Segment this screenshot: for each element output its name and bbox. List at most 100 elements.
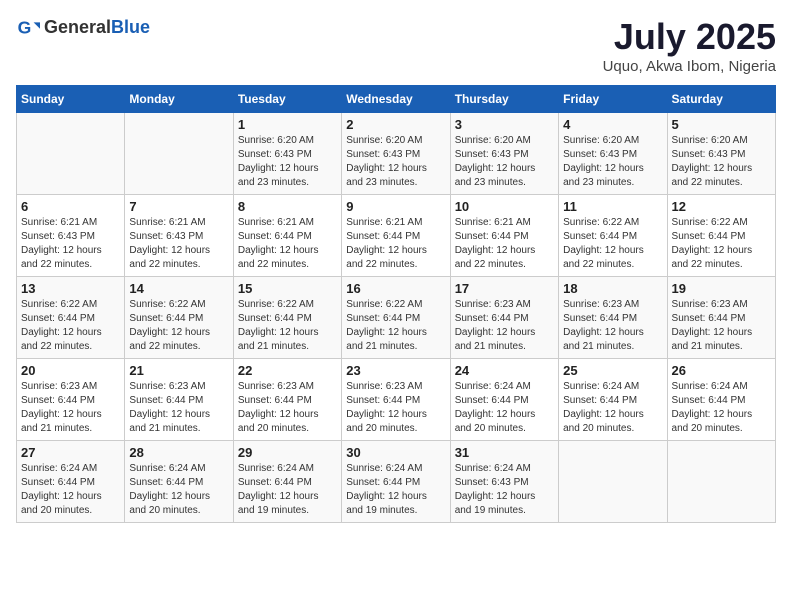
- calendar-cell: 24 Sunrise: 6:24 AM Sunset: 6:44 PM Dayli…: [450, 359, 558, 441]
- day-info: Sunrise: 6:23 AM Sunset: 6:44 PM Dayligh…: [672, 298, 771, 354]
- logo-icon: G: [16, 16, 40, 40]
- day-number: 26: [672, 363, 771, 378]
- day-info: Sunrise: 6:24 AM Sunset: 6:44 PM Dayligh…: [455, 380, 554, 436]
- calendar-cell: 5 Sunrise: 6:20 AM Sunset: 6:43 PM Daylig…: [667, 113, 775, 195]
- day-number: 16: [346, 281, 445, 296]
- day-info: Sunrise: 6:23 AM Sunset: 6:44 PM Dayligh…: [346, 380, 445, 436]
- day-info: Sunrise: 6:22 AM Sunset: 6:44 PM Dayligh…: [563, 216, 662, 272]
- day-info: Sunrise: 6:24 AM Sunset: 6:44 PM Dayligh…: [672, 380, 771, 436]
- day-number: 25: [563, 363, 662, 378]
- weekday-header: Friday: [559, 86, 667, 113]
- day-number: 11: [563, 199, 662, 214]
- calendar-cell: 15 Sunrise: 6:22 AM Sunset: 6:44 PM Dayli…: [233, 277, 341, 359]
- calendar-title: July 2025: [603, 16, 776, 58]
- day-info: Sunrise: 6:20 AM Sunset: 6:43 PM Dayligh…: [238, 134, 337, 190]
- calendar-cell: 23 Sunrise: 6:23 AM Sunset: 6:44 PM Dayli…: [342, 359, 450, 441]
- day-number: 5: [672, 117, 771, 132]
- day-info: Sunrise: 6:24 AM Sunset: 6:44 PM Dayligh…: [129, 462, 228, 518]
- day-info: Sunrise: 6:23 AM Sunset: 6:44 PM Dayligh…: [455, 298, 554, 354]
- calendar-cell: 11 Sunrise: 6:22 AM Sunset: 6:44 PM Dayli…: [559, 195, 667, 277]
- calendar-cell: 10 Sunrise: 6:21 AM Sunset: 6:44 PM Dayli…: [450, 195, 558, 277]
- day-number: 17: [455, 281, 554, 296]
- day-info: Sunrise: 6:23 AM Sunset: 6:44 PM Dayligh…: [21, 380, 120, 436]
- calendar-cell: 16Sunrise: 6:22 AM Sunset: 6:44 PM Dayli…: [342, 277, 450, 359]
- weekday-header: Wednesday: [342, 86, 450, 113]
- weekday-header: Thursday: [450, 86, 558, 113]
- day-info: Sunrise: 6:20 AM Sunset: 6:43 PM Dayligh…: [672, 134, 771, 190]
- calendar-cell: 19 Sunrise: 6:23 AM Sunset: 6:44 PM Dayli…: [667, 277, 775, 359]
- calendar-cell: 31 Sunrise: 6:24 AM Sunset: 6:43 PM Dayli…: [450, 441, 558, 523]
- day-number: 3: [455, 117, 554, 132]
- day-info: Sunrise: 6:21 AM Sunset: 6:44 PM Dayligh…: [346, 216, 445, 272]
- day-number: 20: [21, 363, 120, 378]
- weekday-header: Monday: [125, 86, 233, 113]
- day-number: 4: [563, 117, 662, 132]
- calendar-cell: 28 Sunrise: 6:24 AM Sunset: 6:44 PM Dayli…: [125, 441, 233, 523]
- day-number: 7: [129, 199, 228, 214]
- calendar-cell: 14Sunrise: 6:22 AM Sunset: 6:44 PM Dayli…: [125, 277, 233, 359]
- day-info: Sunrise: 6:24 AM Sunset: 6:44 PM Dayligh…: [346, 462, 445, 518]
- day-info: Sunrise: 6:21 AM Sunset: 6:43 PM Dayligh…: [129, 216, 228, 272]
- calendar-cell: 2Sunrise: 6:20 AM Sunset: 6:43 PM Daylig…: [342, 113, 450, 195]
- calendar-cell: 3 Sunrise: 6:20 AM Sunset: 6:43 PM Daylig…: [450, 113, 558, 195]
- day-number: 6: [21, 199, 120, 214]
- calendar-cell: [559, 441, 667, 523]
- calendar-subtitle: Uquo, Akwa Ibom, Nigeria: [603, 58, 776, 75]
- day-number: 9: [346, 199, 445, 214]
- day-number: 31: [455, 445, 554, 460]
- day-number: 24: [455, 363, 554, 378]
- day-number: 21: [129, 363, 228, 378]
- logo-general: GeneralBlue: [44, 18, 150, 38]
- day-info: Sunrise: 6:22 AM Sunset: 6:44 PM Dayligh…: [672, 216, 771, 272]
- day-info: Sunrise: 6:21 AM Sunset: 6:44 PM Dayligh…: [455, 216, 554, 272]
- calendar-cell: 9 Sunrise: 6:21 AM Sunset: 6:44 PM Daylig…: [342, 195, 450, 277]
- calendar-cell: 27 Sunrise: 6:24 AM Sunset: 6:44 PM Dayli…: [17, 441, 125, 523]
- calendar-cell: [667, 441, 775, 523]
- day-info: Sunrise: 6:23 AM Sunset: 6:44 PM Dayligh…: [129, 380, 228, 436]
- day-info: Sunrise: 6:20 AM Sunset: 6:43 PM Dayligh…: [563, 134, 662, 190]
- day-number: 29: [238, 445, 337, 460]
- calendar-cell: 12Sunrise: 6:22 AM Sunset: 6:44 PM Dayli…: [667, 195, 775, 277]
- calendar-table: SundayMondayTuesdayWednesdayThursdayFrid…: [16, 85, 776, 523]
- calendar-cell: 7 Sunrise: 6:21 AM Sunset: 6:43 PM Daylig…: [125, 195, 233, 277]
- day-info: Sunrise: 6:23 AM Sunset: 6:44 PM Dayligh…: [238, 380, 337, 436]
- day-number: 22: [238, 363, 337, 378]
- day-number: 27: [21, 445, 120, 460]
- day-number: 23: [346, 363, 445, 378]
- day-number: 8: [238, 199, 337, 214]
- day-number: 15: [238, 281, 337, 296]
- day-info: Sunrise: 6:20 AM Sunset: 6:43 PM Dayligh…: [455, 134, 554, 190]
- calendar-cell: 29 Sunrise: 6:24 AM Sunset: 6:44 PM Dayli…: [233, 441, 341, 523]
- day-info: Sunrise: 6:22 AM Sunset: 6:44 PM Dayligh…: [238, 298, 337, 354]
- page-header: G GeneralBlue July 2025 Uquo, Akwa Ibom,…: [16, 16, 776, 75]
- calendar-cell: 13Sunrise: 6:22 AM Sunset: 6:44 PM Dayli…: [17, 277, 125, 359]
- day-number: 28: [129, 445, 228, 460]
- day-number: 13: [21, 281, 120, 296]
- day-number: 2: [346, 117, 445, 132]
- calendar-cell: 21 Sunrise: 6:23 AM Sunset: 6:44 PM Dayli…: [125, 359, 233, 441]
- calendar-cell: 30Sunrise: 6:24 AM Sunset: 6:44 PM Dayli…: [342, 441, 450, 523]
- weekday-header: Sunday: [17, 86, 125, 113]
- day-info: Sunrise: 6:23 AM Sunset: 6:44 PM Dayligh…: [563, 298, 662, 354]
- day-info: Sunrise: 6:24 AM Sunset: 6:43 PM Dayligh…: [455, 462, 554, 518]
- day-number: 18: [563, 281, 662, 296]
- logo: G GeneralBlue: [16, 16, 150, 40]
- day-info: Sunrise: 6:24 AM Sunset: 6:44 PM Dayligh…: [21, 462, 120, 518]
- day-number: 10: [455, 199, 554, 214]
- calendar-cell: 4 Sunrise: 6:20 AM Sunset: 6:43 PM Daylig…: [559, 113, 667, 195]
- title-block: July 2025 Uquo, Akwa Ibom, Nigeria: [603, 16, 776, 75]
- day-info: Sunrise: 6:24 AM Sunset: 6:44 PM Dayligh…: [563, 380, 662, 436]
- day-number: 19: [672, 281, 771, 296]
- svg-text:G: G: [18, 18, 32, 38]
- day-info: Sunrise: 6:24 AM Sunset: 6:44 PM Dayligh…: [238, 462, 337, 518]
- day-number: 1: [238, 117, 337, 132]
- day-info: Sunrise: 6:21 AM Sunset: 6:43 PM Dayligh…: [21, 216, 120, 272]
- day-info: Sunrise: 6:21 AM Sunset: 6:44 PM Dayligh…: [238, 216, 337, 272]
- calendar-cell: 20 Sunrise: 6:23 AM Sunset: 6:44 PM Dayli…: [17, 359, 125, 441]
- calendar-cell: 6 Sunrise: 6:21 AM Sunset: 6:43 PM Daylig…: [17, 195, 125, 277]
- weekday-header: Tuesday: [233, 86, 341, 113]
- calendar-cell: 18 Sunrise: 6:23 AM Sunset: 6:44 PM Dayli…: [559, 277, 667, 359]
- calendar-cell: [17, 113, 125, 195]
- calendar-cell: 25 Sunrise: 6:24 AM Sunset: 6:44 PM Dayli…: [559, 359, 667, 441]
- calendar-cell: 17 Sunrise: 6:23 AM Sunset: 6:44 PM Dayli…: [450, 277, 558, 359]
